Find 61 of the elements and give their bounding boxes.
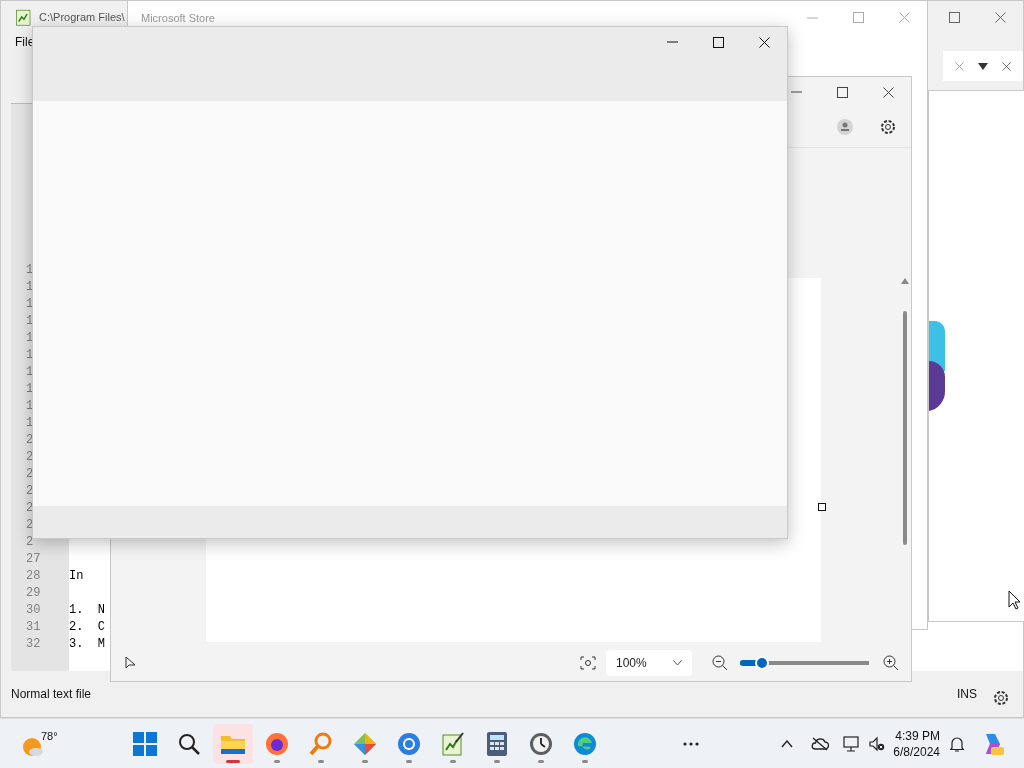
chevron-down-icon (673, 659, 682, 666)
maximize-icon[interactable] (712, 36, 724, 48)
line-number: 2 (26, 500, 34, 515)
pointer-icon[interactable] (125, 656, 136, 669)
minimize-icon[interactable] (666, 41, 678, 43)
bell-icon[interactable] (950, 735, 964, 752)
code-line: In (69, 568, 84, 583)
diamond-icon (353, 731, 377, 756)
notepad-icon (442, 731, 464, 756)
status-text: INS (957, 687, 977, 701)
window-title: C:\Program Files\ (39, 11, 125, 23)
folder-icon (221, 733, 245, 754)
clock-date[interactable]: 6/8/2024 (893, 743, 940, 760)
line-number: 2 (26, 466, 34, 481)
window-title: Microsoft Store (141, 11, 215, 24)
settings-icon[interactable] (879, 118, 897, 136)
more-icon[interactable] (683, 741, 699, 746)
zoom-dropdown[interactable]: 100% (606, 649, 692, 676)
fit-screen-icon[interactable] (580, 655, 596, 670)
notepad-icon (15, 8, 33, 26)
line-number: 30 (26, 602, 41, 617)
avatar-icon[interactable] (837, 119, 853, 135)
clock-icon (529, 731, 553, 756)
zoom-in-icon[interactable] (883, 654, 899, 671)
line-number: 2 (26, 534, 34, 549)
network-icon[interactable] (843, 735, 862, 752)
clock-time[interactable]: 4:39 PM (895, 727, 940, 744)
code-line: 2. C (69, 619, 105, 634)
close-icon[interactable] (758, 36, 770, 48)
windows-logo-icon (133, 731, 157, 756)
temperature: 78° (41, 729, 58, 742)
line-number: 2 (26, 432, 34, 447)
status-text: Normal text file (11, 687, 92, 701)
search-icon (178, 732, 200, 755)
resize-handle[interactable] (818, 503, 826, 511)
calculator-icon (487, 731, 507, 756)
line-number: 31 (26, 619, 41, 634)
speaker-muted-icon[interactable] (869, 735, 886, 752)
browser-wave-icon (573, 731, 597, 756)
line-number: 2 (26, 449, 34, 464)
line-number: 28 (26, 568, 41, 583)
line-number: 29 (26, 585, 41, 600)
maximize-icon[interactable] (836, 86, 848, 98)
line-number: 2 (26, 483, 34, 498)
line-number: 2 (26, 517, 34, 532)
browser-ring-icon (397, 731, 421, 756)
zoom-out-icon[interactable] (712, 654, 728, 671)
cursor-icon (1008, 590, 1021, 610)
magnifier-icon (309, 731, 333, 756)
caret-down-icon[interactable] (978, 62, 988, 70)
chevron-up-icon[interactable] (781, 739, 794, 748)
settings-icon[interactable] (992, 689, 1010, 707)
cloud-off-icon[interactable] (811, 736, 830, 751)
line-number: 27 (26, 551, 41, 566)
line-number: 32 (26, 636, 41, 651)
code-line: 3. M (69, 636, 105, 651)
logo-icon (929, 321, 946, 413)
scroll-up-icon[interactable] (901, 278, 909, 284)
close-icon[interactable] (882, 86, 894, 98)
browser-globe-icon (265, 731, 289, 756)
code-line: 1. N (69, 602, 105, 617)
